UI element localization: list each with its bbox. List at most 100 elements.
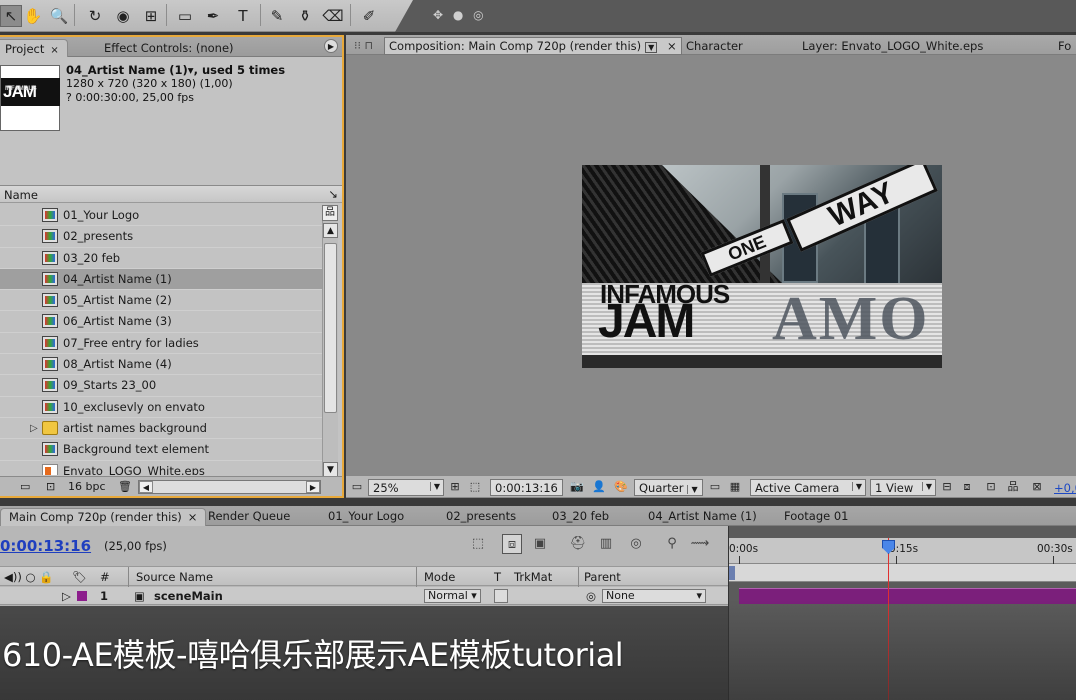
timeline-icon[interactable]: ⊡ (984, 480, 998, 494)
project-scrollbar[interactable]: ▲ ▼ (322, 205, 338, 477)
project-item[interactable]: Envato_LOGO_White.eps (0, 461, 322, 475)
column-t[interactable]: T (494, 570, 501, 584)
column-trkmat[interactable]: TrkMat (514, 570, 552, 584)
project-item[interactable]: ▷ artist names background (0, 418, 322, 440)
tab-effect-controls[interactable]: Effect Controls: (none) (96, 39, 242, 57)
current-time-display[interactable]: 0:00:13:16 (0, 537, 91, 555)
timeline-tab[interactable]: 04_Artist Name (1) (640, 508, 765, 526)
project-hscrollbar[interactable]: ◀ ▶ (138, 480, 321, 494)
pen-tool-icon[interactable]: ✒ (202, 5, 224, 27)
time-ruler[interactable]: 0:00s 0:15s 00:30s (729, 538, 1076, 564)
scroll-down-arrow-icon[interactable]: ▼ (323, 462, 338, 477)
scroll-up-arrow-icon[interactable]: ▲ (323, 223, 338, 238)
preview-toggle-icon[interactable]: ▭ (350, 480, 364, 494)
hide-shy-layers-icon[interactable]: ⛑ (568, 534, 588, 554)
live-update-icon[interactable]: ⧈ (502, 534, 522, 554)
resolution-select[interactable]: Quarter ▼ (634, 479, 703, 496)
mask-visibility-icon[interactable]: ⬚ (468, 480, 482, 494)
project-item[interactable]: 01_Your Logo (0, 205, 322, 227)
project-item[interactable]: 07_Free entry for ladies (0, 333, 322, 355)
chevron-down-icon[interactable]: ▼ (645, 42, 658, 53)
tab-layer[interactable]: Layer: Envato_LOGO_White.eps (794, 37, 991, 55)
bit-depth-button[interactable]: 16 bpc (68, 480, 106, 493)
comp-mini-flowchart-icon[interactable]: ⬚ (468, 534, 488, 554)
close-icon[interactable]: × (188, 510, 198, 524)
timeline-tab[interactable]: Render Queue (200, 508, 298, 526)
project-item[interactable]: 05_Artist Name (2) (0, 290, 322, 312)
timeline-tab[interactable]: 01_Your Logo (320, 508, 412, 526)
project-item[interactable]: 08_Artist Name (4) (0, 354, 322, 376)
column-source-name[interactable]: Source Name (136, 570, 213, 584)
selection-tool-icon[interactable]: ↖ (0, 5, 22, 27)
work-area-start-handle[interactable] (729, 566, 735, 580)
column-parent[interactable]: Parent (584, 570, 621, 584)
reset-exposure-icon[interactable]: ⊠ (1030, 480, 1044, 494)
fast-previews-icon[interactable]: ⧈ (960, 480, 974, 494)
track-xy-tool-icon[interactable]: ⊞ (140, 5, 162, 27)
orbit-camera-tool-icon[interactable]: ◉ (112, 5, 134, 27)
rotate-tool-icon[interactable]: ↻ (84, 5, 106, 27)
rectangle-tool-icon[interactable]: ▭ (174, 5, 196, 27)
tab-composition[interactable]: Composition: Main Comp 720p (render this… (384, 37, 682, 55)
new-folder-icon[interactable]: ▭ (20, 480, 30, 493)
av-switches-icon[interactable]: ◀)) ○ 🔒 (4, 570, 53, 584)
brainstorm-icon[interactable]: ⚲ (662, 534, 682, 554)
scroll-left-arrow-icon[interactable]: ◀ (139, 481, 153, 493)
timeline-tab[interactable]: Main Comp 720p (render this) × (0, 508, 207, 526)
show-snapshot-icon[interactable]: 👤 (592, 480, 606, 494)
flowchart-icon[interactable]: 品 (1006, 480, 1020, 494)
motion-blur-icon[interactable]: ◎ (626, 534, 646, 554)
trash-icon[interactable]: 🗑 (118, 480, 132, 493)
timeline-tab[interactable]: Footage 01 (776, 508, 857, 526)
graph-editor-icon[interactable]: ⟿ (690, 534, 710, 554)
timeline-tab[interactable]: 02_presents (438, 508, 524, 526)
project-item[interactable]: 06_Artist Name (3) (0, 311, 322, 333)
flowchart-icon[interactable]: 品 (322, 205, 338, 221)
scroll-right-arrow-icon[interactable]: ▶ (306, 481, 320, 493)
brush-tool-icon[interactable]: ✎ (266, 5, 288, 27)
tab-fo[interactable]: Fo (1050, 37, 1076, 55)
clone-stamp-tool-icon[interactable]: ⚱ (294, 5, 316, 27)
project-item[interactable]: 10_exclusevly on envato (0, 397, 322, 418)
hand-tool-icon[interactable]: ✋ (22, 5, 44, 27)
viewer-lock-icon[interactable]: ⁝⁝ ⊓ (354, 39, 373, 52)
puppet-pin-tool-icon[interactable]: ✐ (358, 5, 380, 27)
timeline-tab[interactable]: 03_20 feb (544, 508, 617, 526)
region-of-interest-icon[interactable]: ▭ (708, 480, 722, 494)
column-name[interactable]: Name (4, 188, 38, 202)
panel-menu-icon[interactable]: ▶ (324, 39, 338, 53)
project-item[interactable]: 02_presents (0, 226, 322, 248)
transparency-grid-icon[interactable]: ▦ (728, 480, 742, 494)
project-item[interactable]: 04_Artist Name (1) (0, 268, 322, 291)
channels-icon[interactable]: 🎨 (614, 480, 628, 494)
camera-select[interactable]: Active Camera ▼ (750, 479, 866, 496)
new-comp-icon[interactable]: ⊡ (46, 480, 55, 493)
comp-canvas-preview[interactable]: ONE WAY AMO INFAMOUS JAM (582, 165, 942, 368)
view-layout-select[interactable]: 1 View ▼ (870, 479, 936, 496)
text-tool-icon[interactable]: T (232, 5, 254, 27)
frame-blending-icon[interactable]: ▥ (596, 534, 616, 554)
column-mode[interactable]: Mode (424, 570, 455, 584)
zoom-tool-icon[interactable]: 🔍 (48, 5, 70, 27)
project-item[interactable]: 09_Starts 23_00 (0, 375, 322, 397)
tab-project[interactable]: Project × (0, 39, 68, 57)
label-column-icon[interactable]: 🏷 (72, 570, 87, 584)
twirl-arrow-icon[interactable]: ▷ (30, 418, 38, 439)
pixel-aspect-icon[interactable]: ⊟ (940, 480, 954, 494)
zoom-select[interactable]: 25% ▼ (368, 479, 444, 496)
close-icon[interactable]: × (667, 39, 677, 53)
exposure-value[interactable]: +0,0 (1054, 481, 1076, 495)
project-item[interactable]: 03_20 feb (0, 248, 322, 269)
current-time-field[interactable]: 0:00:13:16 (490, 479, 563, 496)
column-number[interactable]: # (100, 570, 110, 584)
safe-margins-icon[interactable]: ⊞ (448, 480, 462, 494)
tab-character[interactable]: Character (678, 37, 751, 55)
axis-mode-icons[interactable]: ✥ ● ◎ (433, 8, 487, 22)
draft-3d-icon[interactable]: ▣ (530, 534, 550, 554)
snapshot-icon[interactable]: 📷 (570, 480, 584, 494)
close-icon[interactable]: × (50, 45, 58, 56)
project-columns-header[interactable]: Name ↘ (0, 185, 342, 203)
eraser-tool-icon[interactable]: ⌫ (322, 5, 344, 27)
scroll-thumb[interactable] (324, 243, 337, 413)
work-area-bar[interactable] (729, 564, 1076, 582)
